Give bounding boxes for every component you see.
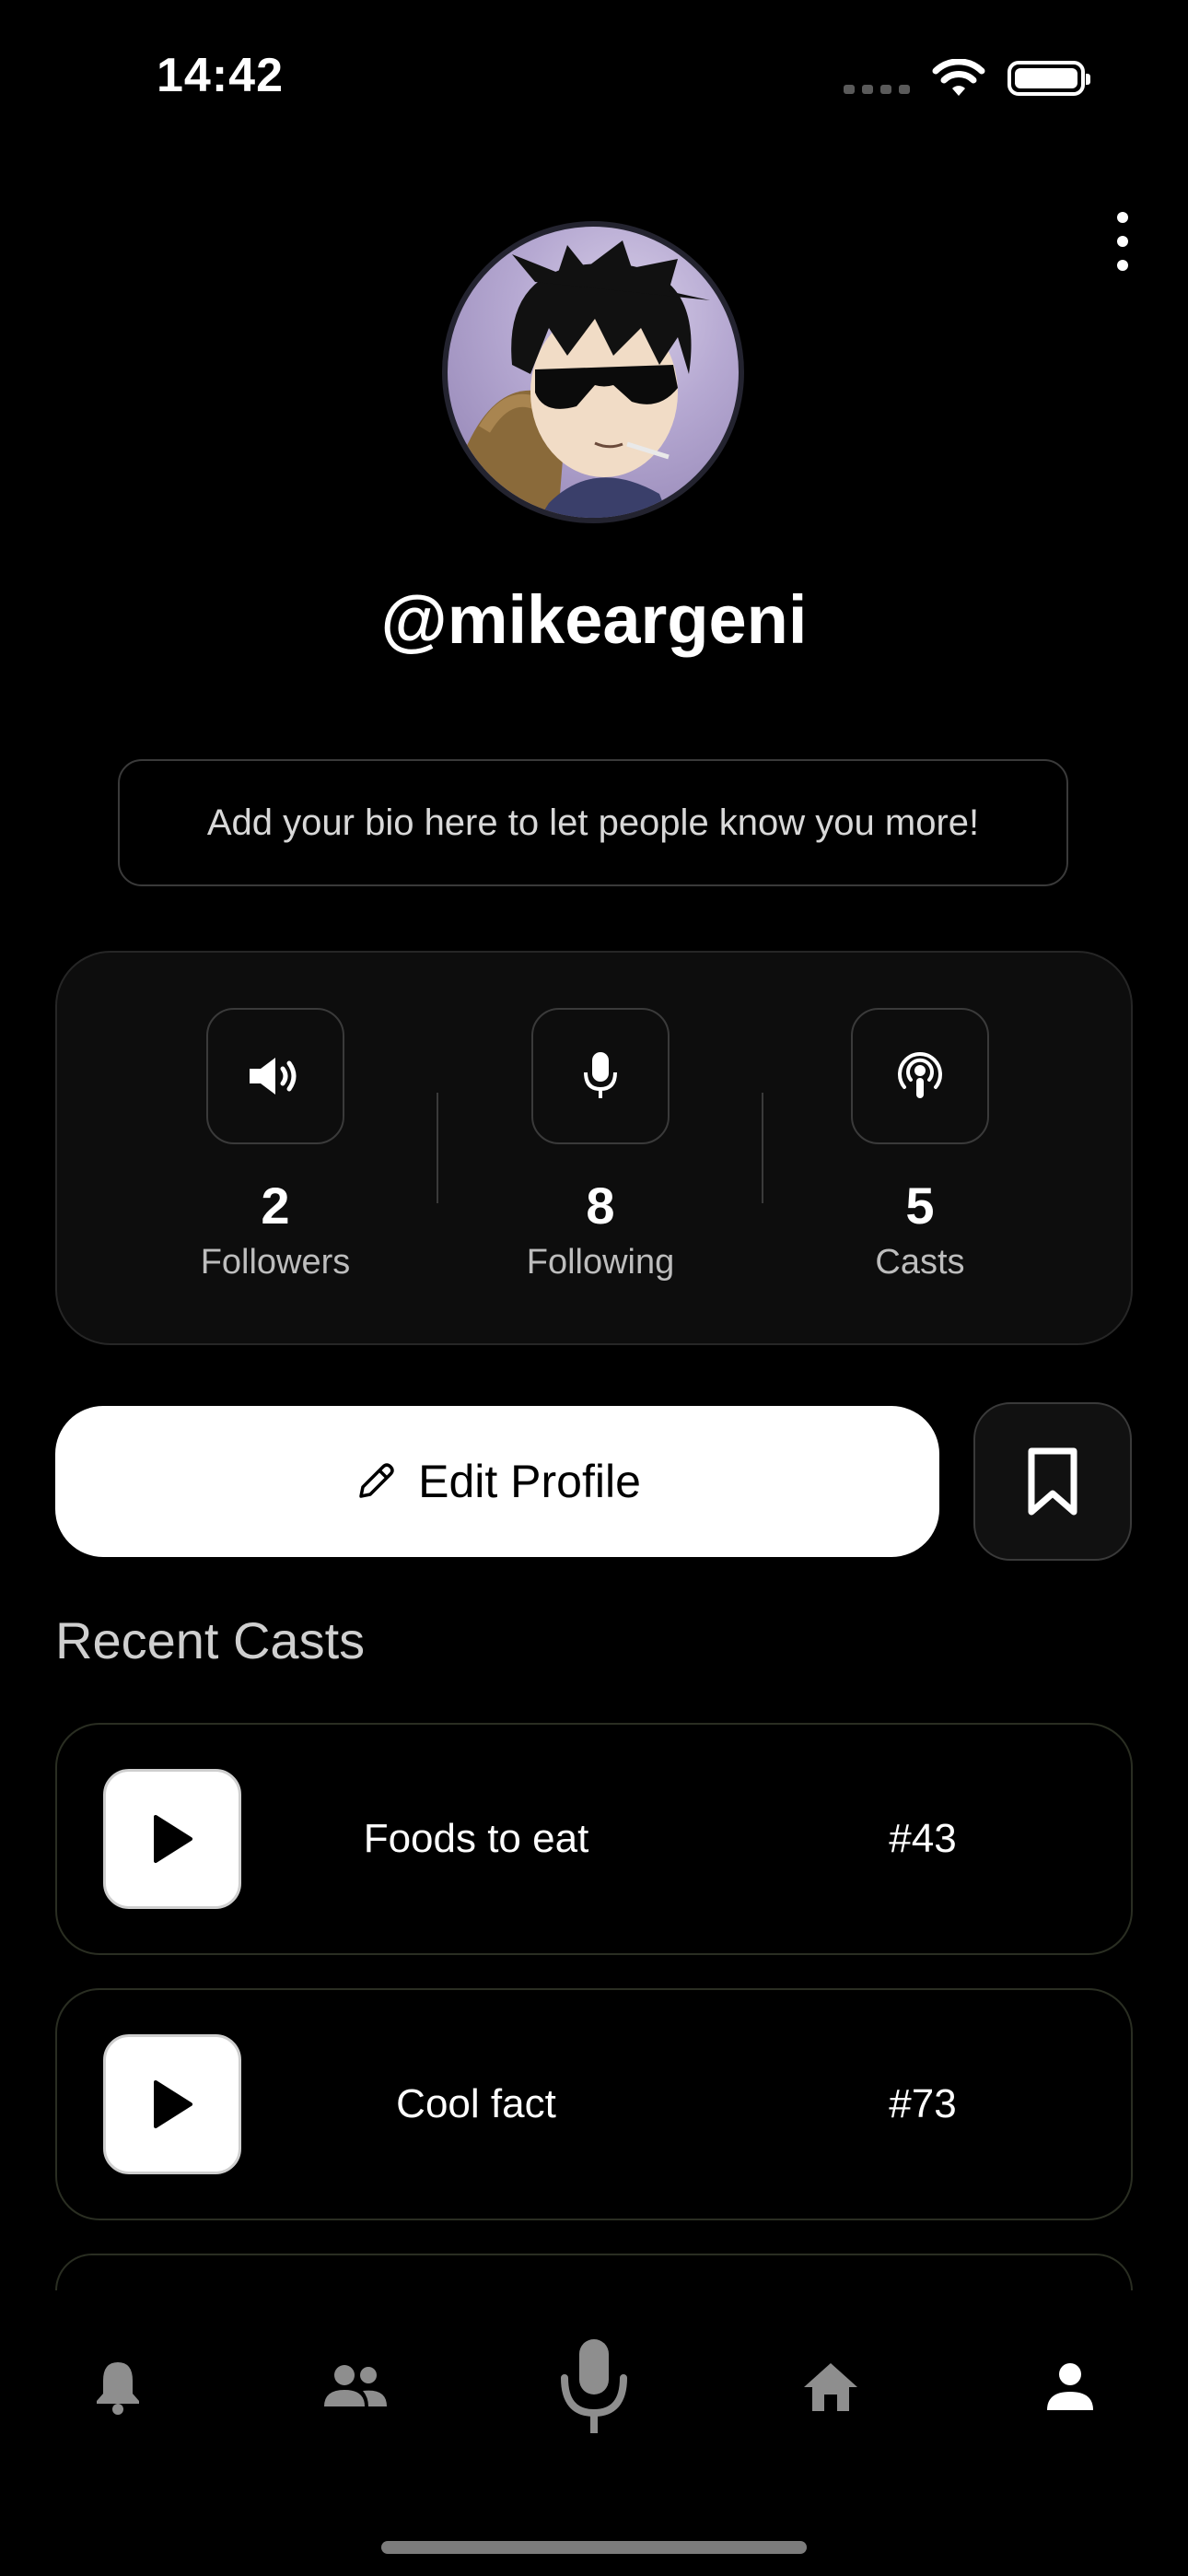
tab-community[interactable] xyxy=(300,2331,411,2441)
avatar[interactable] xyxy=(442,221,744,523)
tab-profile[interactable] xyxy=(1015,2331,1125,2441)
tab-record[interactable] xyxy=(539,2331,649,2441)
status-icons xyxy=(844,59,1090,98)
followers-count: 2 xyxy=(261,1177,290,1235)
signal-icon xyxy=(844,61,910,96)
stat-following[interactable]: 8 Following xyxy=(462,1008,739,1282)
home-icon xyxy=(804,2363,857,2411)
stat-casts[interactable]: 5 Casts xyxy=(782,1008,1058,1282)
microphone-icon xyxy=(561,2339,627,2433)
casts-count: 5 xyxy=(905,1177,935,1235)
home-indicator xyxy=(381,2541,807,2554)
podcast-icon xyxy=(851,1008,989,1144)
status-time: 14:42 xyxy=(157,49,284,102)
play-icon xyxy=(154,1815,192,1863)
edit-profile-label: Edit Profile xyxy=(418,1456,641,1507)
tab-notifications[interactable] xyxy=(63,2331,173,2441)
followers-label: Followers xyxy=(200,1243,351,1282)
stat-divider xyxy=(762,1093,763,1203)
stats-card: 2 Followers 8 Following 5 Casts xyxy=(55,951,1133,1345)
avatar-illustration xyxy=(448,240,710,518)
stat-divider xyxy=(437,1093,438,1203)
following-label: Following xyxy=(526,1243,675,1282)
tab-home[interactable] xyxy=(775,2331,886,2441)
casts-label: Casts xyxy=(875,1243,965,1282)
cast-title: Foods to eat xyxy=(363,1816,589,1861)
tab-bar xyxy=(0,2290,1188,2576)
wifi-icon xyxy=(932,59,985,96)
recent-casts-title: Recent Casts xyxy=(55,1611,366,1669)
bio-field[interactable]: Add your bio here to let people know you… xyxy=(118,759,1068,886)
bell-icon xyxy=(97,2362,139,2415)
cast-number: #43 xyxy=(889,1816,957,1861)
cast-title: Cool fact xyxy=(396,2081,556,2126)
battery-icon xyxy=(1007,61,1090,96)
person-icon xyxy=(1047,2363,1093,2410)
cast-number: #73 xyxy=(889,2081,957,2126)
bookmark-icon xyxy=(1028,1447,1077,1516)
people-icon xyxy=(324,2365,387,2406)
bookmark-button[interactable] xyxy=(973,1402,1132,1561)
username: @mikeargeni xyxy=(380,581,808,658)
microphone-icon xyxy=(531,1008,670,1144)
cast-item[interactable]: Cool fact #73 xyxy=(55,1988,1133,2220)
following-count: 8 xyxy=(586,1177,615,1235)
speaker-icon xyxy=(206,1008,344,1144)
cast-item-partial[interactable] xyxy=(55,2254,1133,2290)
edit-profile-button[interactable]: Edit Profile xyxy=(55,1406,939,1557)
more-options-icon[interactable] xyxy=(1101,212,1145,271)
stat-followers[interactable]: 2 Followers xyxy=(137,1008,413,1282)
play-button[interactable] xyxy=(103,1769,241,1909)
play-icon xyxy=(154,2080,192,2128)
play-button[interactable] xyxy=(103,2034,241,2174)
pencil-icon xyxy=(359,1463,394,1498)
cast-item[interactable]: Foods to eat #43 xyxy=(55,1723,1133,1955)
